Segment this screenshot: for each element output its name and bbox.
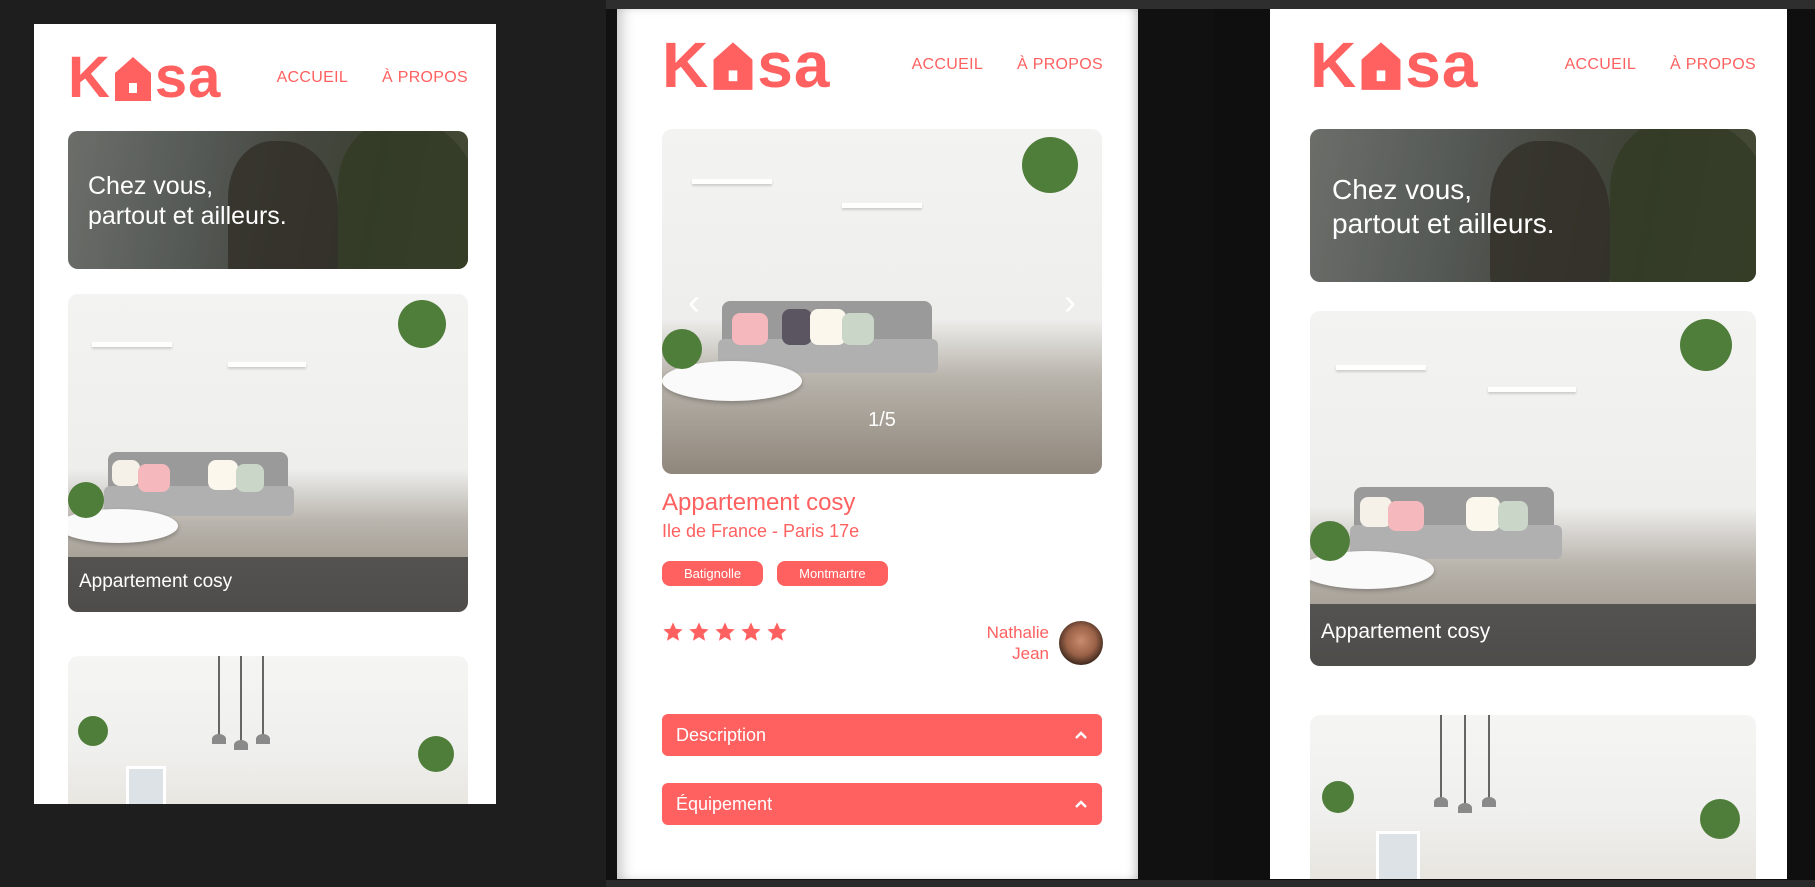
- kasa-logo[interactable]: K sa: [1310, 33, 1478, 97]
- gallery-counter: 1/5: [868, 409, 896, 431]
- nav-about-link[interactable]: À PROPOS: [382, 69, 468, 87]
- description-collapse[interactable]: Description: [662, 714, 1102, 756]
- banner-cliff: [1610, 129, 1756, 282]
- pendant-lamp: [256, 656, 270, 744]
- tag: Montmartre: [777, 561, 888, 586]
- pendant-lamp: [212, 656, 226, 744]
- nav-about-link[interactable]: À PROPOS: [1017, 56, 1103, 74]
- star-icon: [767, 622, 787, 641]
- gallery-prev-button[interactable]: ‹: [688, 284, 700, 320]
- star-icon: [689, 622, 709, 641]
- main-nav: ACCUEIL À PROPOS: [1565, 56, 1756, 74]
- site-header: K sa ACCUEIL À PROPOS: [617, 31, 1138, 99]
- divider: [606, 880, 1815, 887]
- pendant-lamp: [1482, 715, 1496, 807]
- card-caption: Appartement cosy: [1310, 604, 1756, 666]
- host-avatar: [1059, 621, 1103, 665]
- tag: Batignolle: [662, 561, 764, 586]
- nav-about-link[interactable]: À PROPOS: [1670, 56, 1756, 74]
- chevron-up-icon: [1075, 800, 1087, 808]
- nav-home-link[interactable]: ACCUEIL: [912, 56, 983, 74]
- pendant-lamp: [234, 656, 248, 750]
- hero-title: Chez vous, partout et ailleurs.: [1332, 174, 1555, 239]
- listing-location: Ile de France - Paris 17e: [662, 521, 860, 541]
- kasa-logo[interactable]: K sa: [662, 33, 830, 97]
- chevron-up-icon: [1075, 731, 1087, 739]
- plant: [78, 716, 108, 746]
- plant: [1322, 781, 1354, 813]
- banner-cliff: [338, 131, 468, 269]
- listing-card[interactable]: [68, 656, 468, 804]
- nav-home-link[interactable]: ACCUEIL: [1565, 56, 1636, 74]
- listing-card[interactable]: Appartement cosy: [1310, 311, 1756, 666]
- nav-home-link[interactable]: ACCUEIL: [277, 69, 348, 87]
- plant: [1700, 799, 1740, 839]
- listing-card[interactable]: [1310, 715, 1756, 879]
- pendant-lamp: [1434, 715, 1448, 807]
- listing-screen: K sa ACCUEIL À PROPOS ‹ › 1/5 Appartemen…: [617, 9, 1138, 879]
- main-nav: ACCUEIL À PROPOS: [277, 69, 468, 87]
- star-icon: [715, 622, 735, 641]
- main-nav: ACCUEIL À PROPOS: [912, 56, 1103, 74]
- card-caption: Appartement cosy: [68, 557, 468, 612]
- gallery-next-button[interactable]: ›: [1064, 284, 1076, 320]
- site-header: K sa ACCUEIL À PROPOS: [1270, 31, 1787, 99]
- equipment-collapse[interactable]: Équipement: [662, 783, 1102, 825]
- star-icon: [741, 622, 761, 641]
- listing-title: Appartement cosy: [662, 489, 856, 516]
- listing-card[interactable]: Appartement cosy: [68, 294, 468, 612]
- pendant-lamp: [1458, 715, 1472, 813]
- site-header: K sa ACCUEIL À PROPOS: [34, 44, 496, 112]
- plant: [418, 736, 454, 772]
- home-screen-large: K sa ACCUEIL À PROPOS Chez vous, partout…: [1270, 9, 1787, 879]
- card-title: Appartement cosy: [1321, 620, 1491, 643]
- window: [126, 766, 166, 804]
- house-icon: [1361, 42, 1401, 90]
- house-icon: [713, 42, 753, 90]
- hero-banner: Chez vous, partout et ailleurs.: [1310, 129, 1756, 282]
- star-icon: [663, 622, 683, 641]
- home-screen-small: K sa ACCUEIL À PROPOS Chez vous, partout…: [34, 24, 496, 804]
- photo-gallery: ‹ › 1/5: [662, 129, 1102, 474]
- host-info: Nathalie Jean: [987, 621, 1103, 665]
- house-icon: [114, 57, 151, 101]
- divider: [606, 0, 1815, 9]
- hero-title: Chez vous, partout et ailleurs.: [88, 172, 287, 230]
- kasa-logo[interactable]: K sa: [68, 49, 221, 107]
- window: [1376, 831, 1420, 879]
- card-title: Appartement cosy: [79, 571, 233, 592]
- tag-list: Batignolle Montmartre: [662, 561, 888, 586]
- rating-stars: [662, 621, 788, 643]
- hero-banner: Chez vous, partout et ailleurs.: [68, 131, 468, 269]
- host-name: Nathalie Jean: [986, 622, 1049, 663]
